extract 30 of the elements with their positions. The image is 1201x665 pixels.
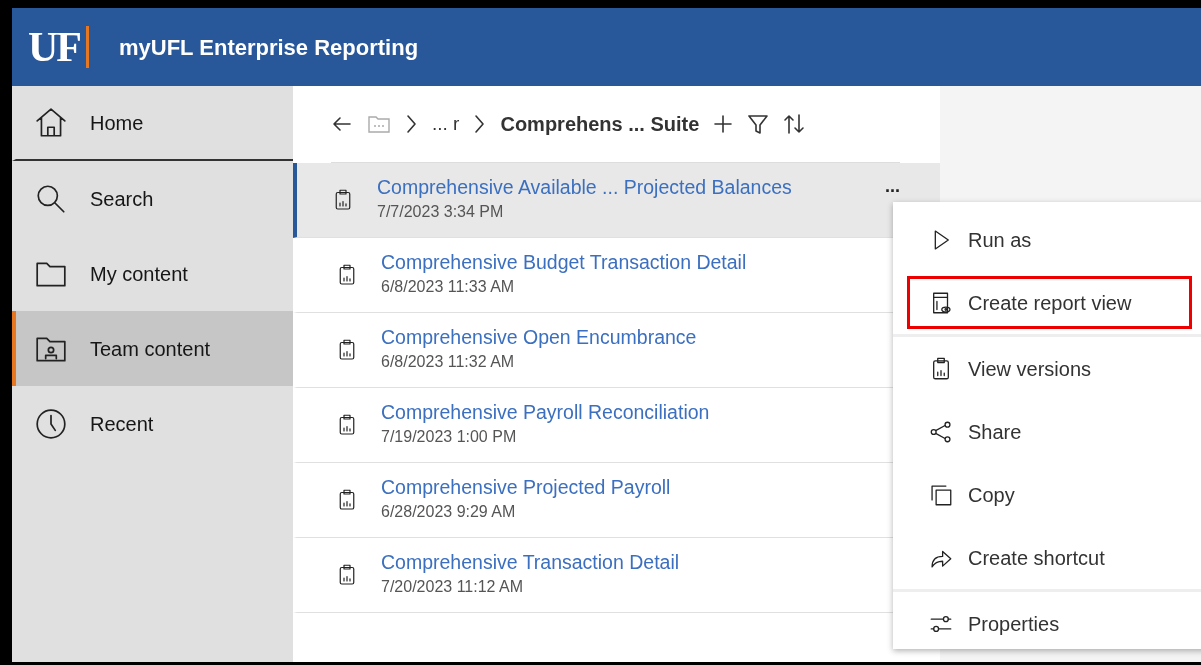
add-icon[interactable] xyxy=(713,114,734,134)
sidebar-item[interactable]: Recent xyxy=(12,386,293,461)
report-link[interactable]: Comprehensive Projected Payroll xyxy=(381,476,671,500)
report-date: 7/19/2023 1:00 PM xyxy=(381,426,518,447)
sidebar-item[interactable]: Team content xyxy=(12,311,293,386)
report-row[interactable]: Comprehensive Available ... Projected Balances 7/7/2023 3:34 PM ... xyxy=(293,163,940,238)
chevron-icon xyxy=(473,114,487,134)
report-link[interactable]: Comprehensive Available ... Projected Balances xyxy=(377,176,792,200)
app-title: myUFL Enterprise Reporting xyxy=(119,33,419,62)
more-button[interactable]: ... xyxy=(885,177,900,195)
report-date: 6/8/2023 11:32 AM xyxy=(381,351,516,372)
logo: UF xyxy=(28,26,89,68)
home-icon xyxy=(34,105,68,140)
sidebar-item[interactable]: Search xyxy=(12,161,293,236)
filter-icon[interactable] xyxy=(747,113,770,135)
report-date: 6/8/2023 11:33 AM xyxy=(381,276,516,297)
report-link[interactable]: Comprehensive Budget Transaction Detail xyxy=(381,251,747,275)
report-date: 7/20/2023 11:12 AM xyxy=(381,576,525,597)
report-link[interactable]: Comprehensive Transaction Detail xyxy=(381,551,680,575)
report-link[interactable]: Comprehensive Payroll Reconciliation xyxy=(381,401,710,425)
back-arrow-icon[interactable] xyxy=(331,114,353,134)
sort-icon[interactable] xyxy=(783,113,806,135)
sidebar-item[interactable]: My content xyxy=(12,236,293,311)
clock-icon xyxy=(34,406,68,441)
chevron-icon xyxy=(405,114,418,134)
breadcrumb-current: Comprehens ... Suite xyxy=(500,112,700,137)
report-date: 7/7/2023 3:34 PM xyxy=(377,201,505,222)
report-link[interactable]: Comprehensive Open Encumbrance xyxy=(381,326,697,350)
breadcrumb-link[interactable]: ... r xyxy=(432,109,460,139)
report-date: 6/28/2023 9:29 AM xyxy=(381,501,517,522)
